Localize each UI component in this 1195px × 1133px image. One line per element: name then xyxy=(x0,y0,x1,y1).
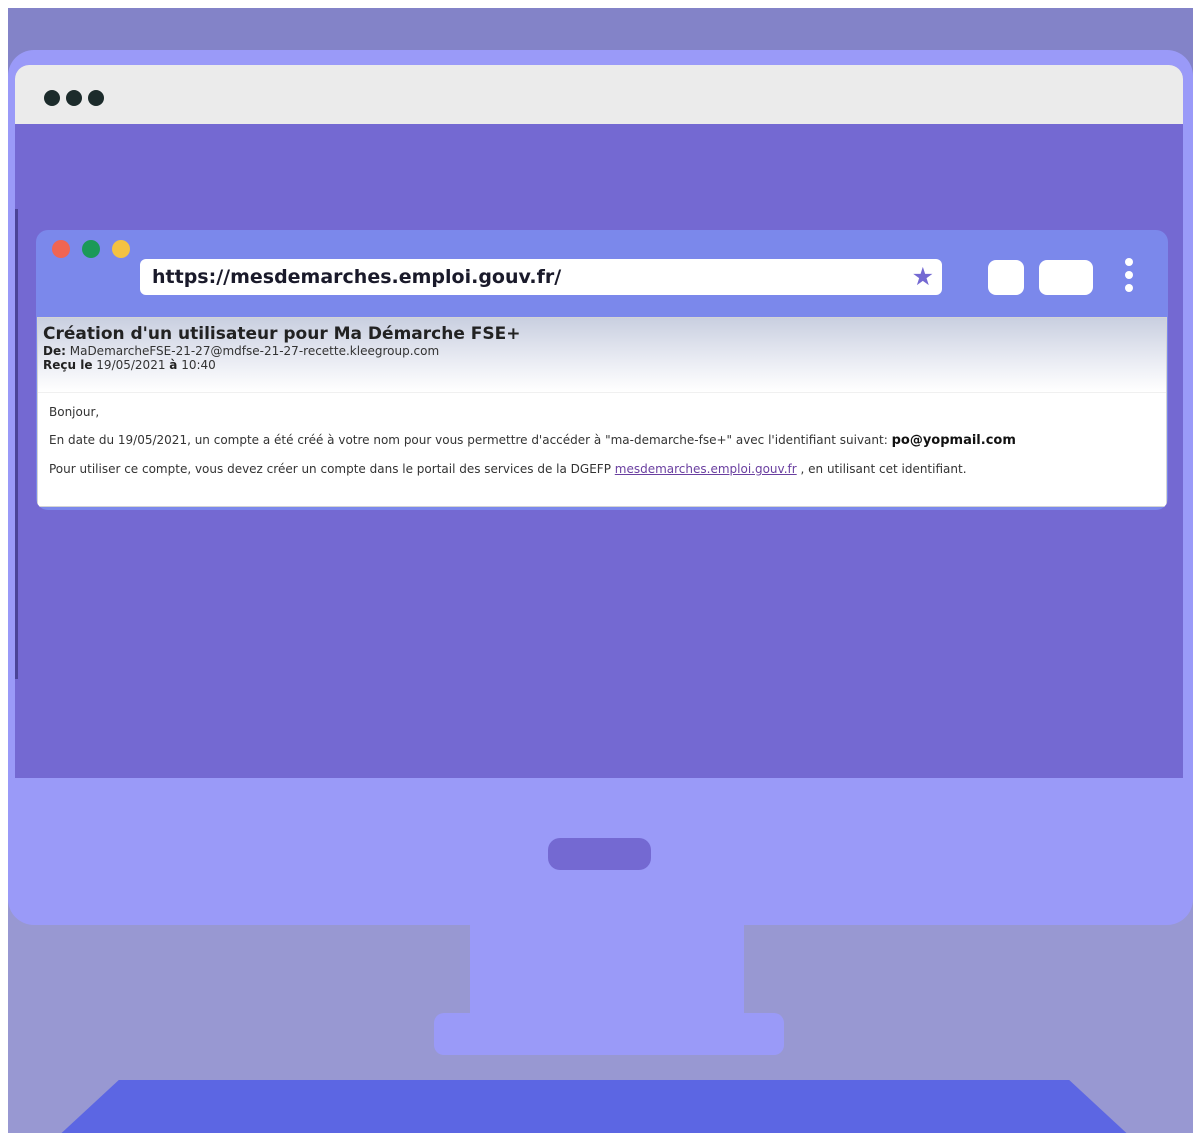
line1-text: En date du 19/05/2021, un compte a été c… xyxy=(49,433,888,447)
minimize-window-button[interactable] xyxy=(82,240,100,258)
email-message: Création d'un utilisateur pour Ma Démarc… xyxy=(37,317,1167,507)
desk-base xyxy=(54,1080,1134,1133)
email-line-1: En date du 19/05/2021, un compte a été c… xyxy=(49,433,1155,448)
received-label: Reçu le xyxy=(43,358,93,372)
email-header: Création d'un utilisateur pour Ma Démarc… xyxy=(38,318,1166,393)
from-address: MaDemarcheFSE-21-27@mdfse-21-27-recette.… xyxy=(69,344,440,358)
email-subject: Création d'un utilisateur pour Ma Démarc… xyxy=(43,324,521,344)
line2-end: , en utilisant cet identifiant. xyxy=(800,462,967,476)
window-dot xyxy=(44,90,60,106)
window-dot xyxy=(66,90,82,106)
line2-text: Pour utiliser ce compte, vous devez crée… xyxy=(49,462,611,476)
email-line-2: Pour utiliser ce compte, vous devez crée… xyxy=(49,462,1155,476)
maximize-window-button[interactable] xyxy=(112,240,130,258)
browser-window: https://mesdemarches.emploi.gouv.fr/ ★ C… xyxy=(36,230,1168,510)
outer-window-dots xyxy=(44,90,104,106)
email-from: De: MaDemarcheFSE-21-27@mdfse-21-27-rece… xyxy=(43,344,1161,358)
outer-window-bar xyxy=(15,65,1183,124)
monitor-power-button xyxy=(548,838,651,870)
star-icon[interactable]: ★ xyxy=(912,263,934,291)
received-date: 19/05/2021 xyxy=(96,358,166,372)
portal-link[interactable]: mesdemarches.emploi.gouv.fr xyxy=(615,462,797,476)
received-time: 10:40 xyxy=(181,358,216,372)
email-received: Reçu le 19/05/2021 à 10:40 xyxy=(43,358,1161,372)
kebab-menu-icon[interactable] xyxy=(1125,258,1133,292)
window-dot xyxy=(88,90,104,106)
traffic-lights xyxy=(52,240,130,258)
from-label: De: xyxy=(43,344,66,358)
screen-edge xyxy=(15,209,18,679)
illustration-scene: https://mesdemarches.emploi.gouv.fr/ ★ C… xyxy=(8,8,1193,1133)
monitor-stand-foot xyxy=(434,1013,784,1055)
received-at: à xyxy=(169,358,178,372)
email-body: Bonjour, En date du 19/05/2021, un compt… xyxy=(38,393,1166,502)
browser-control-button[interactable] xyxy=(1039,260,1093,295)
url-text[interactable]: https://mesdemarches.emploi.gouv.fr/ xyxy=(152,266,561,288)
browser-control-button[interactable] xyxy=(988,260,1024,295)
close-window-button[interactable] xyxy=(52,240,70,258)
account-identifier: po@yopmail.com xyxy=(891,433,1016,448)
address-bar[interactable]: https://mesdemarches.emploi.gouv.fr/ ★ xyxy=(140,259,942,295)
email-greeting: Bonjour, xyxy=(49,405,100,419)
